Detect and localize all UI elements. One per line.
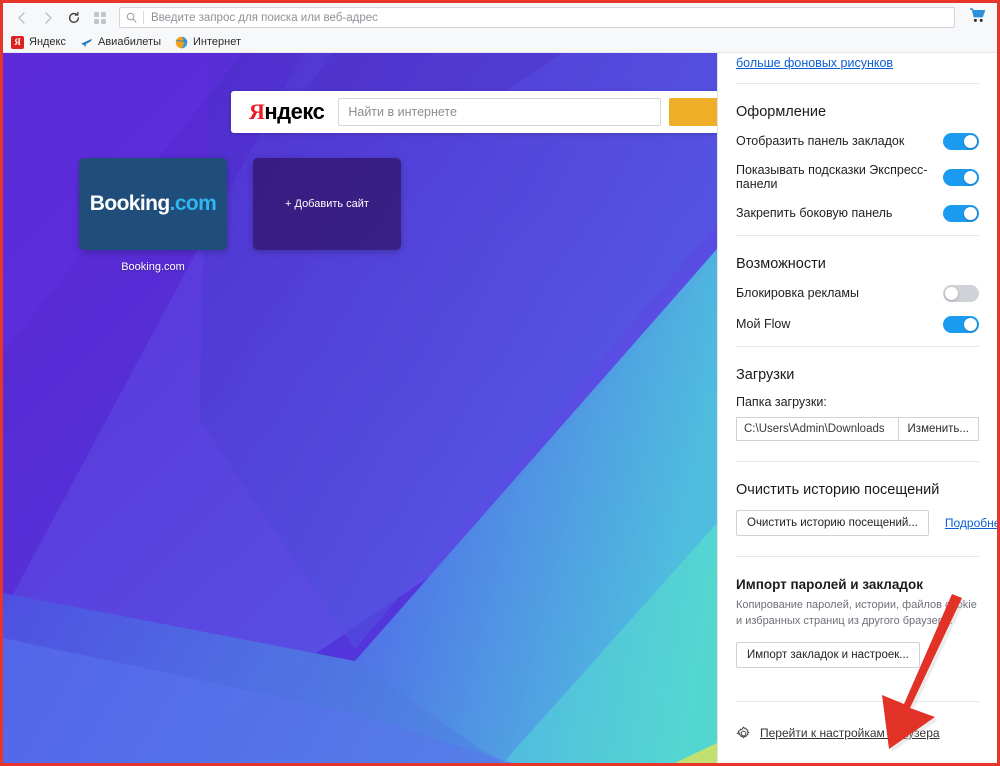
newtab-search-input[interactable]: Найти в интернете xyxy=(338,98,661,126)
settings-side-panel: больше фоновых рисунков Оформление Отобр… xyxy=(717,53,997,763)
download-folder-field-group: C:\Users\Admin\Downloads Изменить... xyxy=(736,417,979,441)
bookmarks-bar: Я Яндекс Авиабилеты Интернет xyxy=(3,32,997,53)
bookmark-label: Авиабилеты xyxy=(98,36,162,48)
divider xyxy=(736,346,979,347)
newtab-search-row: Яндекс Найти в интернете xyxy=(231,91,717,133)
toggle-knob xyxy=(945,286,958,300)
toggle-my-flow[interactable] xyxy=(943,315,979,333)
gear-icon xyxy=(736,726,751,741)
tabs-overview-button[interactable] xyxy=(87,5,113,31)
forward-button[interactable] xyxy=(35,5,61,31)
chevron-left-icon xyxy=(15,11,29,25)
shopping-cart-icon xyxy=(969,7,986,28)
yandex-favicon: Я xyxy=(11,35,24,49)
divider xyxy=(736,700,979,702)
bookmark-aviabilety[interactable]: Авиабилеты xyxy=(80,36,161,49)
toggle-show-bookmarks-bar[interactable] xyxy=(943,132,979,150)
page-viewport: Яндекс Найти в интернете Booking.com Boo… xyxy=(3,53,997,763)
express-panel-tiles: Booking.com Booking.com + Добавить сайт xyxy=(79,158,427,273)
setting-label: Блокировка рекламы xyxy=(736,286,859,300)
section-title-downloads: Загрузки xyxy=(736,367,795,383)
divider xyxy=(736,556,979,557)
section-title-features: Возможности xyxy=(736,256,826,272)
download-folder-label: Папка загрузки: xyxy=(736,395,827,409)
tile-booking[interactable]: Booking.com xyxy=(79,158,227,250)
toggle-knob xyxy=(964,134,977,148)
search-icon xyxy=(126,12,137,23)
tile-add-site-label: + Добавить сайт xyxy=(285,198,369,210)
browser-window: Введите запрос для поиска или веб-адрес … xyxy=(0,0,1000,766)
tile-booking-wrap: Booking.com Booking.com xyxy=(79,158,227,273)
back-button[interactable] xyxy=(9,5,35,31)
toggle-knob xyxy=(964,170,977,184)
address-bar-placeholder: Введите запрос для поиска или веб-адрес xyxy=(151,11,378,24)
bookmark-yandex[interactable]: Я Яндекс xyxy=(11,35,66,49)
setting-label: Показывать подсказки Экспресс-панели xyxy=(736,163,928,191)
divider xyxy=(736,461,979,462)
toggle-ad-blocking[interactable] xyxy=(943,284,979,302)
browser-toolbar: Введите запрос для поиска или веб-адрес xyxy=(3,3,997,32)
setting-label: Мой Flow xyxy=(736,317,791,331)
toggle-express-panel-hints[interactable] xyxy=(943,168,979,186)
section-title-import: Импорт паролей и закладок xyxy=(736,577,923,592)
reload-icon xyxy=(67,11,81,25)
bookmark-label: Интернет xyxy=(193,36,242,48)
setting-row-my-flow[interactable]: Мой Flow xyxy=(736,315,979,333)
newtab-search-button[interactable] xyxy=(669,98,717,126)
yandex-logo-letter: Я xyxy=(249,99,265,124)
setting-row-express-panel-hints[interactable]: Показывать подсказки Экспресс-панели xyxy=(736,163,979,191)
divider xyxy=(736,83,979,84)
setting-label: Закрепить боковую панель xyxy=(736,206,893,220)
setting-row-show-bookmarks-bar[interactable]: Отобразить панель закладок xyxy=(736,132,979,150)
airplane-favicon xyxy=(80,36,93,49)
newtab-page: Яндекс Найти в интернете Booking.com Boo… xyxy=(3,53,717,763)
shopping-cart-button[interactable] xyxy=(963,5,991,31)
bookmark-label: Яндекс xyxy=(29,36,66,48)
booking-logo: Booking.com xyxy=(89,192,217,216)
toggle-knob xyxy=(964,317,977,331)
section-title-appearance: Оформление xyxy=(736,104,827,120)
booking-logo-main: Booking xyxy=(89,192,170,215)
toggle-knob xyxy=(964,206,977,220)
clear-history-row: Очистить историю посещений... Подробнее xyxy=(736,510,997,536)
download-folder-path[interactable]: C:\Users\Admin\Downloads xyxy=(736,417,898,441)
import-description: Копирование паролей, истории, файлов coo… xyxy=(736,599,977,627)
address-bar[interactable]: Введите запрос для поиска или веб-адрес xyxy=(119,7,955,28)
section-title-clear-history: Очистить историю посещений xyxy=(736,482,940,498)
booking-logo-suffix: .com xyxy=(169,192,217,215)
tile-add-site-wrap: + Добавить сайт xyxy=(253,158,401,273)
clear-history-button[interactable]: Очистить историю посещений... xyxy=(736,510,929,536)
setting-row-ad-blocking[interactable]: Блокировка рекламы xyxy=(736,284,979,302)
import-bookmarks-button[interactable]: Импорт закладок и настроек... xyxy=(736,641,920,668)
change-download-folder-button[interactable]: Изменить... xyxy=(897,417,979,441)
newtab-search-placeholder: Найти в интернете xyxy=(348,105,457,119)
tile-add-site[interactable]: + Добавить сайт xyxy=(253,158,401,250)
bookmark-internet[interactable]: Интернет xyxy=(175,36,241,49)
yandex-logo-rest: ндекс xyxy=(264,99,325,124)
yandex-logo: Яндекс xyxy=(249,99,325,125)
go-to-browser-settings-link[interactable]: Перейти к настройкам браузера xyxy=(760,726,940,740)
tile-caption: Booking.com xyxy=(121,261,185,273)
grid-squares-icon xyxy=(94,11,106,24)
more-backgrounds-link[interactable]: больше фоновых рисунков xyxy=(736,56,893,70)
toggle-pin-side-panel[interactable] xyxy=(943,204,979,222)
chevron-right-icon xyxy=(41,11,55,25)
reload-button[interactable] xyxy=(61,5,87,31)
divider xyxy=(736,235,979,236)
go-to-browser-settings-row[interactable]: Перейти к настройкам браузера xyxy=(736,726,979,741)
address-bar-separator xyxy=(143,11,144,24)
globe-favicon xyxy=(175,36,188,49)
setting-label: Отобразить панель закладок xyxy=(736,134,905,148)
clear-history-more-link[interactable]: Подробнее xyxy=(945,516,997,530)
setting-row-pin-side-panel[interactable]: Закрепить боковую панель xyxy=(736,204,979,222)
